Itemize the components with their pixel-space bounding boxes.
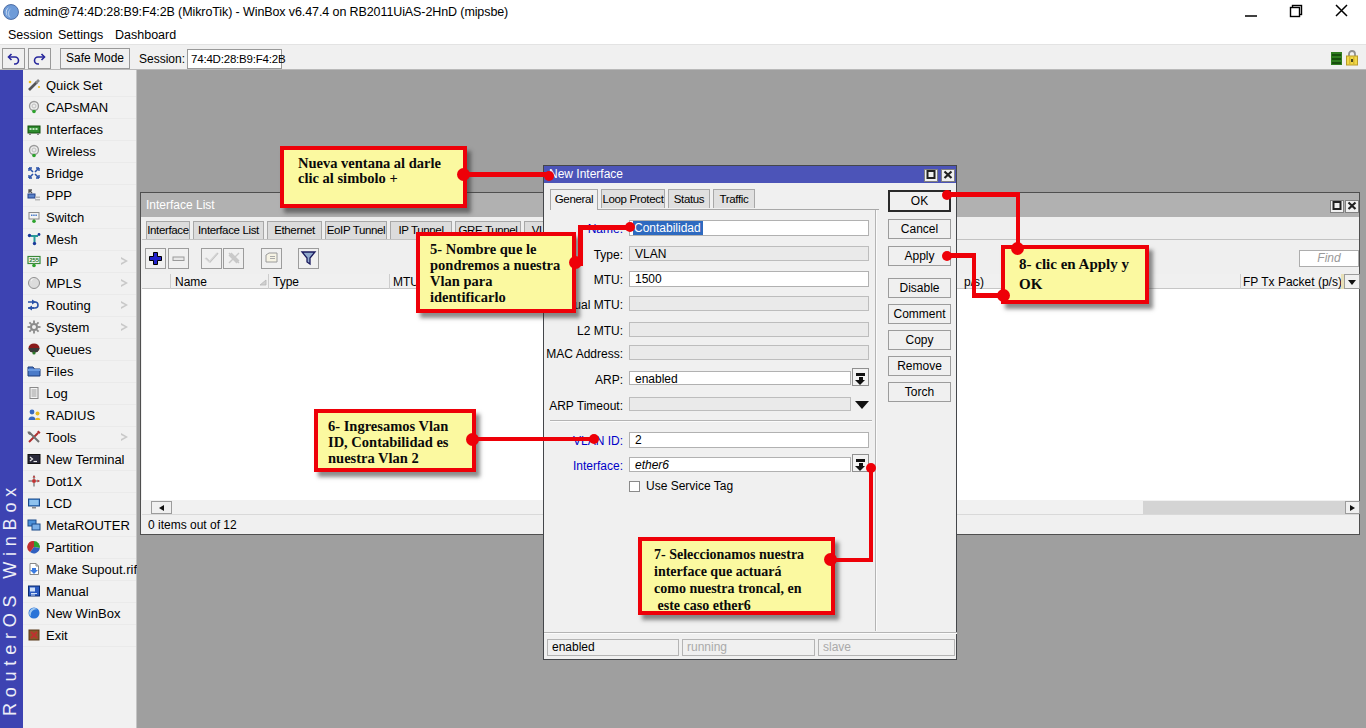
- svg-text:255: 255: [29, 257, 40, 263]
